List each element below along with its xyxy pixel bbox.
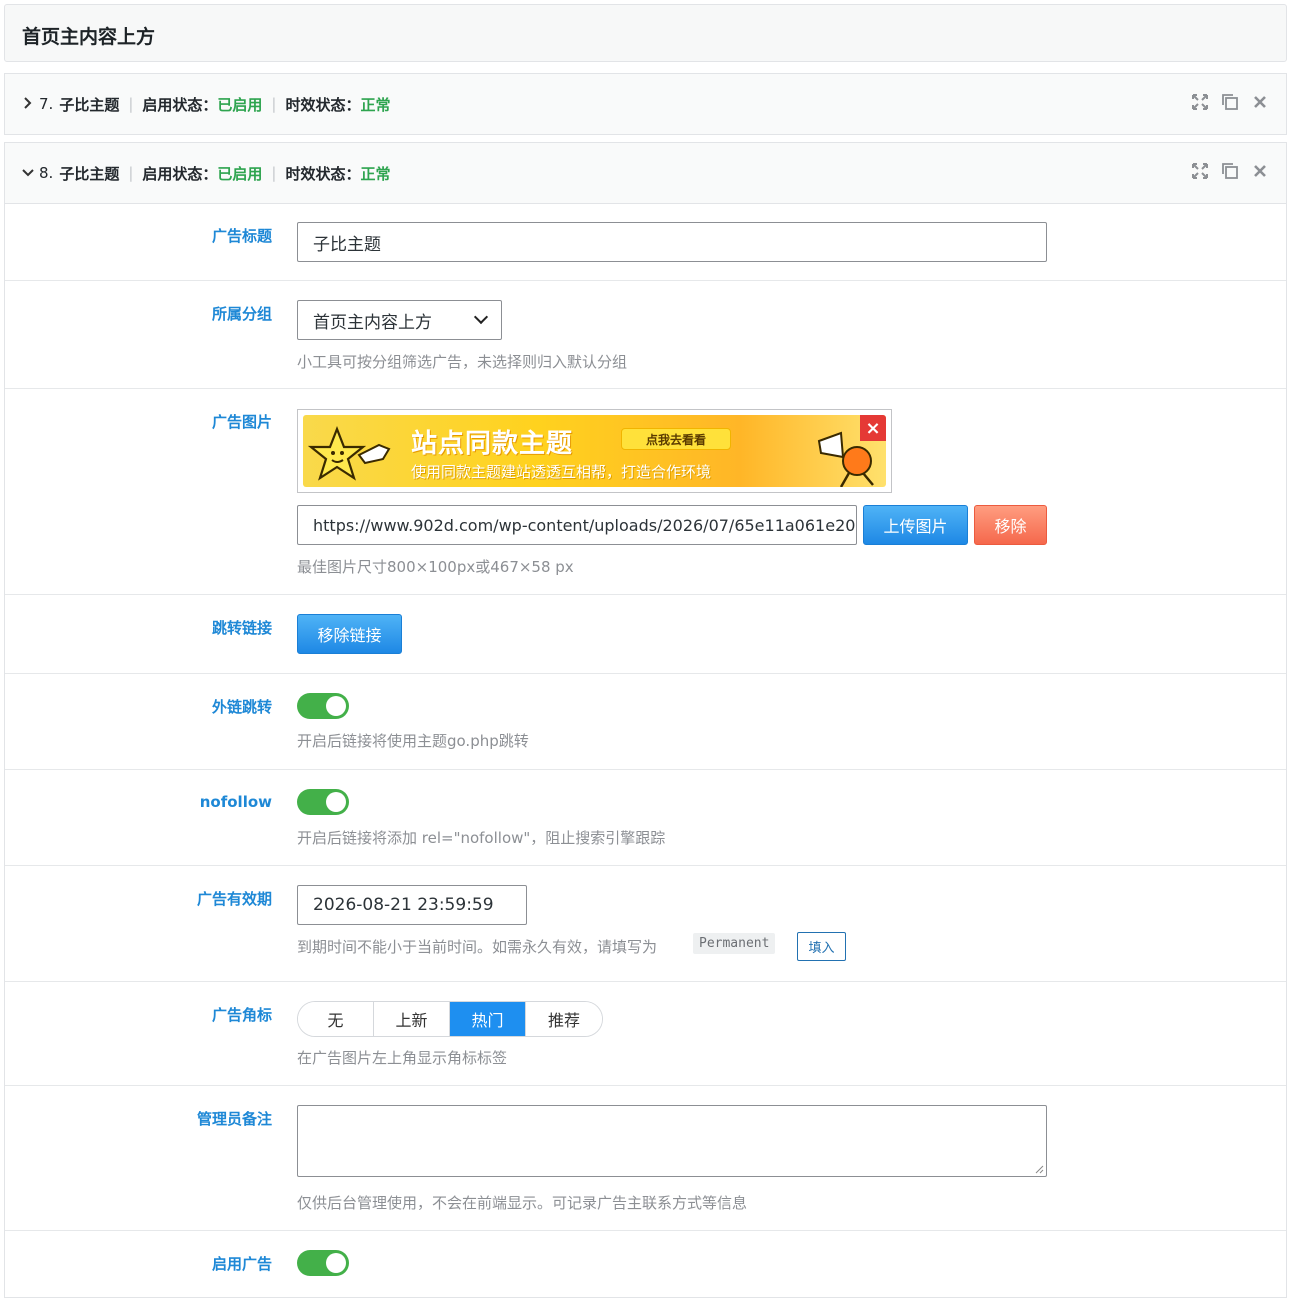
expand-icon[interactable] (1190, 92, 1210, 112)
item-number: 8. (39, 164, 54, 182)
link-label: 跳转链接 (211, 619, 272, 637)
group-label: 所属分组 (211, 305, 272, 323)
row-external: 外链跳转 开启后链接将使用主题go.php跳转 (5, 674, 1286, 770)
item-name: 子比主题 (59, 95, 120, 114)
badge-label: 广告角标 (211, 1006, 272, 1024)
ad-title-input[interactable]: 子比主题 (297, 222, 1047, 262)
image-url-input[interactable]: https://www.902d.com/wp-content/uploads/… (297, 505, 857, 545)
chevron-right-icon[interactable] (22, 96, 36, 112)
enable-status-value: 已启用 (217, 164, 263, 183)
badge-segmented-control: 无 上新 热门 推荐 (297, 1001, 603, 1037)
ad-title-label: 广告标题 (211, 227, 272, 245)
expiry-desc: 到期时间不能小于当前时间。如需永久有效，请填写为 (297, 938, 658, 956)
item-name: 子比主题 (59, 164, 120, 183)
expiry-input[interactable]: 2026-08-21 23:59:59 (297, 885, 527, 925)
note-desc: 仅供后台管理使用，不会在前端显示。可记录广告主联系方式等信息 (297, 1194, 748, 1212)
divider: | (271, 95, 277, 113)
fill-permanent-button[interactable]: 填入 (797, 932, 846, 961)
nofollow-label: nofollow (199, 793, 272, 811)
divider: | (128, 95, 134, 113)
enable-status-label: 启用状态： (142, 164, 218, 183)
upload-image-button[interactable]: 上传图片 (863, 505, 968, 545)
nofollow-toggle[interactable] (297, 789, 349, 815)
image-preview: 站点同款主题 点我去看看 使用同款主题建站透透互相帮，打造合作环境 × (297, 409, 892, 493)
badge-option-new[interactable]: 上新 (374, 1002, 450, 1036)
row-nofollow: nofollow 开启后链接将添加 rel="nofollow"，阻止搜索引擎跟… (5, 770, 1286, 866)
expire-status-value: 正常 (360, 164, 391, 183)
row-note: 管理员备注 仅供后台管理使用，不会在前端显示。可记录广告主联系方式等信息 (5, 1086, 1286, 1231)
expire-status-label: 时效状态： (285, 164, 361, 183)
expiry-label: 广告有效期 (196, 890, 272, 908)
image-label: 广告图片 (211, 413, 272, 431)
remove-image-button[interactable]: 移除 (974, 505, 1047, 545)
group-desc: 小工具可按分组筛选广告，未选择则归入默认分组 (297, 353, 628, 371)
close-icon[interactable] (1250, 92, 1270, 112)
chevron-down-icon[interactable] (22, 166, 36, 180)
row-expiry: 广告有效期 2026-08-21 23:59:59 到期时间不能小于当前时间。如… (5, 866, 1286, 982)
banner-title: 站点同款主题 (411, 429, 574, 459)
row-ad-title: 广告标题 子比主题 (5, 203, 1286, 281)
external-desc: 开启后链接将使用主题go.php跳转 (297, 732, 529, 750)
enable-label: 启用广告 (211, 1255, 272, 1273)
ad-banner-image: 站点同款主题 点我去看看 使用同款主题建站透透互相帮，打造合作环境 × (303, 415, 886, 487)
section-header: 首页主内容上方 (4, 4, 1287, 62)
resize-grip-icon[interactable] (1034, 1164, 1044, 1174)
banner-subtitle: 使用同款主题建站透透互相帮，打造合作环境 (411, 463, 712, 481)
enable-status-label: 启用状态： (142, 95, 218, 114)
badge-option-hot[interactable]: 热门 (450, 1002, 526, 1036)
external-label: 外链跳转 (211, 698, 272, 716)
enable-toggle[interactable] (297, 1250, 349, 1276)
star-mascot-icon (307, 425, 391, 481)
ad-item-panel: 广告标题 子比主题 所属分组 首页主内容上方 小工具可按分组筛选广告，未选择则归… (4, 203, 1287, 1298)
note-textarea[interactable] (297, 1105, 1047, 1177)
item-number: 7. (39, 95, 54, 113)
note-label: 管理员备注 (196, 1110, 272, 1128)
divider: | (128, 164, 134, 182)
external-toggle[interactable] (297, 693, 349, 719)
remove-link-button[interactable]: 移除链接 (297, 614, 402, 654)
nofollow-desc: 开启后链接将添加 rel="nofollow"，阻止搜索引擎跟踪 (297, 829, 666, 847)
row-group: 所属分组 首页主内容上方 小工具可按分组筛选广告，未选择则归入默认分组 (5, 281, 1286, 389)
group-select[interactable]: 首页主内容上方 (297, 300, 502, 340)
image-desc: 最佳图片尺寸800×100px或467×58 px (297, 558, 574, 576)
expire-status-label: 时效状态： (285, 95, 361, 114)
ad-item-header-7[interactable]: 7. 子比主题 | 启用状态： 已启用 | 时效状态： 正常 (4, 73, 1287, 135)
chevron-down-icon (473, 309, 489, 325)
row-link: 跳转链接 移除链接 (5, 595, 1286, 674)
divider: | (271, 164, 277, 182)
badge-option-none[interactable]: 无 (298, 1002, 374, 1036)
enable-status-value: 已启用 (217, 95, 263, 114)
row-image: 广告图片 站点同款主题 点我去看看 使用同款主题建站透透互相帮，打造合作环境 × (5, 389, 1286, 595)
badge-desc: 在广告图片左上角显示角标标签 (297, 1049, 508, 1067)
row-enable: 启用广告 (5, 1231, 1286, 1298)
permanent-code: Permanent (693, 933, 776, 954)
section-title: 首页主内容上方 (22, 26, 156, 48)
expand-icon[interactable] (1190, 161, 1210, 181)
copy-icon[interactable] (1220, 161, 1240, 181)
badge-option-recommend[interactable]: 推荐 (526, 1002, 602, 1036)
close-icon[interactable] (1250, 161, 1270, 181)
row-badge: 广告角标 无 上新 热门 推荐 在广告图片左上角显示角标标签 (5, 982, 1286, 1086)
group-select-value: 首页主内容上方 (313, 312, 432, 333)
banner-close-icon[interactable]: × (860, 415, 886, 441)
copy-icon[interactable] (1220, 92, 1240, 112)
banner-cta: 点我去看看 (621, 428, 731, 450)
ad-item-header-8[interactable]: 8. 子比主题 | 启用状态： 已启用 | 时效状态： 正常 (4, 142, 1287, 204)
expire-status-value: 正常 (360, 95, 391, 114)
